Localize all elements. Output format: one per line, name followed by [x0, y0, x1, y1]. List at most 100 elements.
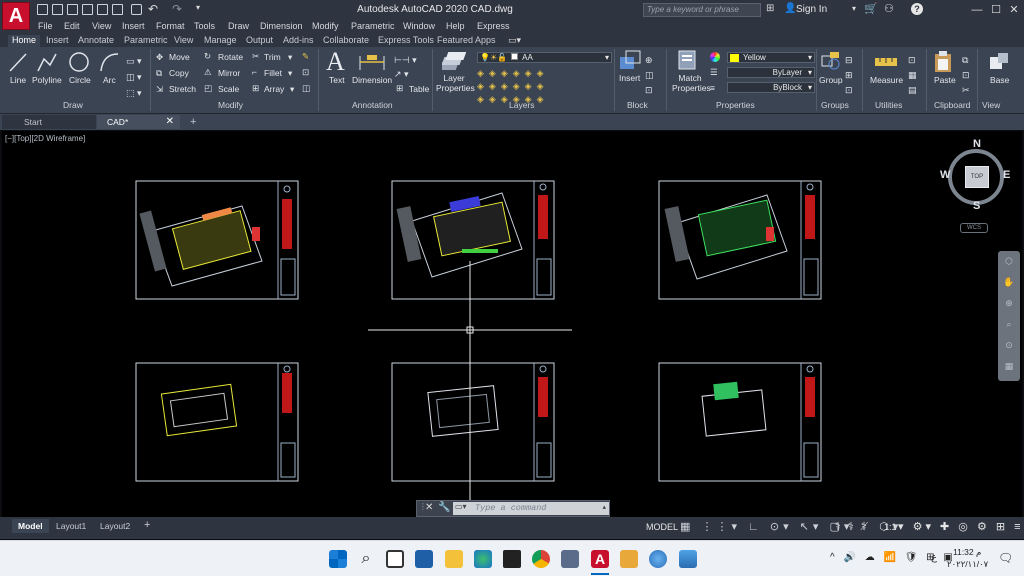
save-icon[interactable] [67, 4, 78, 15]
save-as-icon[interactable] [82, 4, 93, 15]
tab-model[interactable]: Model [12, 519, 49, 533]
menu-draw[interactable]: Draw [228, 21, 249, 31]
tab-insert[interactable]: Insert [46, 35, 69, 45]
insert-button[interactable]: Insert [619, 73, 640, 83]
compass-south[interactable]: S [973, 200, 980, 212]
tab-featured-apps[interactable]: Featured Apps [437, 35, 496, 45]
dimension-button[interactable]: Dimension [352, 75, 392, 85]
menu-parametric[interactable]: Parametric [351, 21, 395, 31]
menu-express[interactable]: Express [477, 21, 510, 31]
clipboard-panel-title[interactable]: Clipboard [934, 100, 970, 110]
menu-format[interactable]: Format [156, 21, 185, 31]
tab-output[interactable]: Output [246, 35, 273, 45]
move-button[interactable]: Move [169, 52, 190, 62]
layers-panel-title[interactable]: Layers [509, 100, 535, 110]
maximize-button[interactable]: ☐ [987, 1, 1005, 19]
widgets-icon[interactable] [415, 550, 433, 568]
new-layout-icon[interactable]: + [138, 517, 156, 533]
plot-icon[interactable] [131, 4, 142, 15]
command-close-icon[interactable]: ✕ [425, 502, 433, 513]
array-button[interactable]: Array [264, 84, 284, 94]
annotation-panel-title[interactable]: Annotation [352, 100, 393, 110]
sign-in-button[interactable]: Sign In [796, 4, 827, 15]
start-icon[interactable] [329, 550, 347, 568]
linetype-dropdown[interactable]: ByLayer ▾ [727, 67, 815, 78]
open-icon[interactable] [52, 4, 63, 15]
connect-icon[interactable]: ⚇ [884, 2, 894, 15]
tab-home[interactable]: Home [8, 35, 41, 47]
user-icon[interactable]: 👤 [784, 3, 796, 14]
explode-icon[interactable]: ⊡ [302, 67, 309, 78]
lineweight-dropdown[interactable]: ByBlock ▾ [727, 82, 815, 93]
text-button[interactable]: Text [329, 75, 345, 85]
color-wheel-icon[interactable] [710, 52, 720, 62]
array-dropdown-icon[interactable]: ▾ [290, 84, 294, 95]
autocad-taskbar-icon[interactable]: A [591, 550, 609, 568]
viewcube-top-face[interactable]: TOP [965, 166, 989, 188]
polyline-button[interactable]: Polyline [32, 75, 62, 85]
clock-date[interactable]: ٢٠٢٢/١١/٠٧ [947, 559, 988, 570]
compass-east[interactable]: E [1003, 169, 1010, 181]
menu-view[interactable]: View [92, 21, 111, 31]
tab-start[interactable]: Start [2, 115, 96, 129]
utilities-small-tools-icon[interactable]: ⊡ ▦ ▤ [908, 53, 917, 98]
stretch-button[interactable]: Stretch [169, 84, 196, 94]
customize-qat-icon[interactable]: ▾ [196, 3, 200, 12]
menu-window[interactable]: Window [403, 21, 435, 31]
layer-dropdown[interactable]: 💡☀🔓 AA ▾ [477, 52, 612, 63]
trim-button[interactable]: Trim [264, 52, 281, 62]
polyline-icon[interactable] [36, 51, 58, 73]
chrome-icon[interactable] [532, 550, 550, 568]
line-button[interactable]: Line [10, 75, 26, 85]
menu-file[interactable]: File [38, 21, 53, 31]
annotation-scale[interactable]: 1:1 [884, 522, 897, 532]
search-input[interactable]: Type a keyword or phrase [643, 3, 761, 17]
calculator-icon[interactable] [561, 550, 579, 568]
arc-icon[interactable] [98, 51, 120, 73]
tab-parametric[interactable]: Parametric [124, 35, 168, 45]
tab-express-tools[interactable]: Express Tools [378, 35, 434, 45]
group-small-tools-icon[interactable]: ⊟ ⊞ ⊡ [845, 53, 853, 98]
base-view-icon[interactable] [988, 51, 1010, 71]
tab-cad-dwg[interactable]: CAD* ✕ [97, 115, 180, 129]
rotate-button[interactable]: Rotate [218, 52, 243, 62]
minimize-button[interactable]: — [968, 1, 986, 19]
line-icon[interactable] [8, 51, 28, 73]
new-icon[interactable] [37, 4, 48, 15]
wcs-menu[interactable]: WCS [960, 223, 988, 233]
clipboard-small-tools-icon[interactable]: ⧉ ⊡ ✂ [962, 53, 970, 98]
scale-button[interactable]: Scale [218, 84, 239, 94]
offset-icon[interactable]: ◫ [302, 83, 310, 94]
properties-panel-title[interactable]: Properties [716, 100, 755, 110]
mirror-button[interactable]: Mirror [218, 68, 240, 78]
redo-icon[interactable]: ↷ [172, 2, 182, 16]
measure-icon[interactable] [874, 53, 898, 71]
undo-icon[interactable]: ↶ [148, 2, 158, 16]
match-properties-button[interactable]: Match Properties [672, 73, 711, 93]
command-history-icon[interactable]: ▭▾ [455, 502, 467, 511]
base-button[interactable]: Base [990, 75, 1009, 85]
cart-icon[interactable]: 🛒 [864, 2, 878, 15]
model-space-toggle[interactable]: MODEL [646, 522, 678, 532]
help-icon[interactable]: ? [911, 3, 923, 15]
application-menu-button[interactable]: A [2, 2, 30, 30]
command-recent-icon[interactable]: ▴ [602, 503, 606, 511]
compass-north[interactable]: N [973, 138, 981, 150]
match-properties-icon[interactable] [677, 49, 699, 73]
navigation-bar[interactable]: ⬡ ✋ ⊕ ⌕ ⊙ ▦ [998, 251, 1020, 381]
new-tab-icon[interactable]: + [184, 114, 202, 128]
command-customize-icon[interactable]: 🔧 [438, 502, 450, 513]
menu-modify[interactable]: Modify [312, 21, 339, 31]
menu-help[interactable]: Help [446, 21, 465, 31]
groups-panel-title[interactable]: Groups [821, 100, 849, 110]
fillet-dropdown-icon[interactable]: ▾ [288, 68, 292, 79]
circle-button[interactable]: Circle [69, 75, 91, 85]
utilities-panel-title[interactable]: Utilities [875, 100, 902, 110]
block-small-tools-icon[interactable]: ⊕ ◫ ⊡ [645, 53, 654, 98]
text-icon[interactable]: A [326, 47, 345, 77]
save-web-icon[interactable] [112, 4, 123, 15]
ribbon-toggle-icon[interactable]: ▭▾ [508, 35, 521, 46]
tab-add-ins[interactable]: Add-ins [283, 35, 314, 45]
close-tab-icon[interactable]: ✕ [166, 116, 174, 127]
modify-panel-title[interactable]: Modify [218, 100, 243, 110]
